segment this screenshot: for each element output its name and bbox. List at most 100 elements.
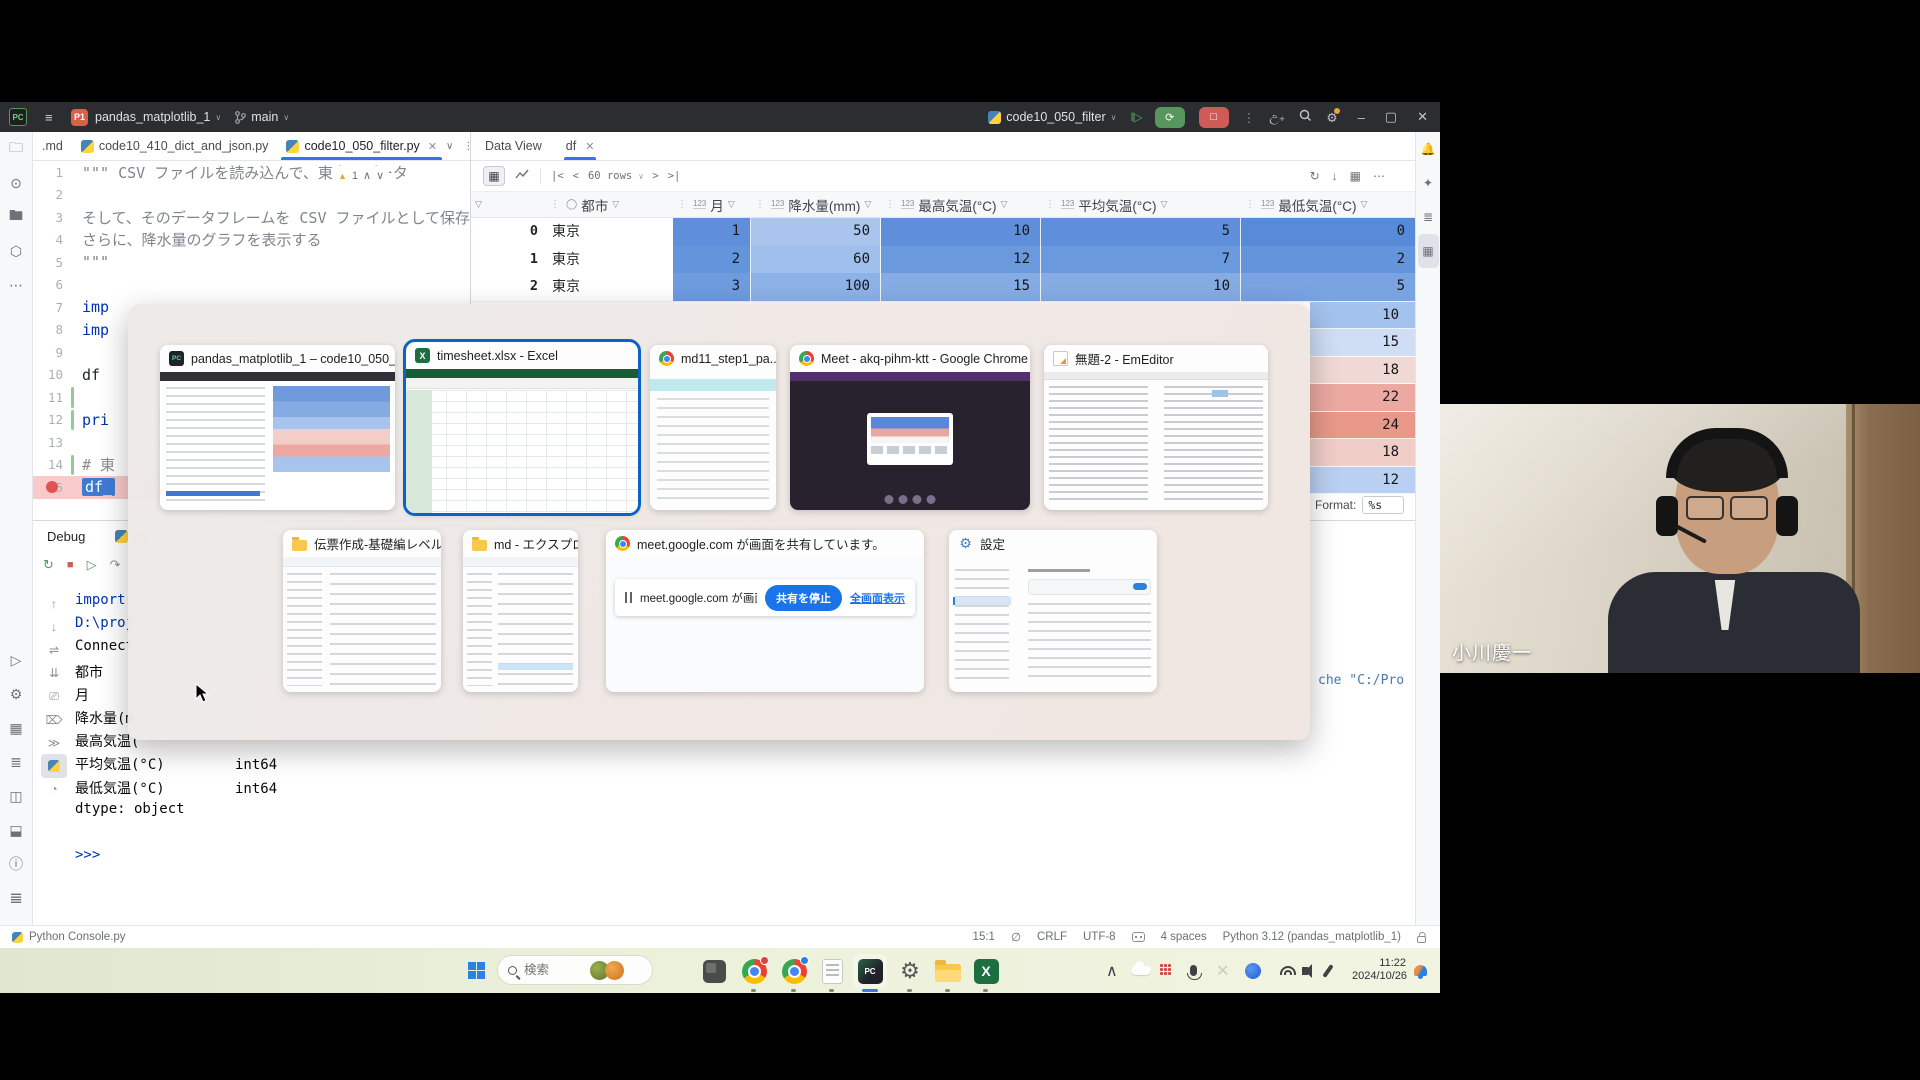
- switcher-card-explorer-denpyo[interactable]: 伝票作成-基礎編レベル -...: [283, 530, 441, 692]
- pen-input-icon[interactable]: [1326, 948, 1330, 993]
- resume-debug-icon[interactable]: ‖▷: [1131, 110, 1141, 124]
- column-header-city[interactable]: ⋮◯ 都市 ▽: [546, 192, 673, 217]
- python-interpreter[interactable]: Python 3.12 (pandas_matplotlib_1): [1223, 931, 1401, 943]
- taskbar-pycharm-icon[interactable]: PC: [853, 954, 887, 988]
- table-cell[interactable]: 12: [881, 246, 1041, 275]
- table-cell[interactable]: 10: [881, 218, 1041, 247]
- main-menu-icon[interactable]: ≡: [45, 110, 61, 125]
- table-row[interactable]: 2東京310015105: [471, 273, 1415, 301]
- table-cell[interactable]: 18: [1310, 357, 1415, 385]
- editor-line[interactable]: 6: [33, 274, 470, 297]
- speaker-icon[interactable]: [1302, 948, 1312, 993]
- table-cell[interactable]: 1: [673, 218, 751, 247]
- taskbar-chrome-2-icon[interactable]: [777, 954, 811, 988]
- editor-line[interactable]: 4さらに、降水量のグラフを表示する: [33, 229, 470, 252]
- close-tab-icon[interactable]: ✕: [428, 140, 437, 153]
- column-header-precipitation[interactable]: ⋮123 降水量(mm) ▽: [751, 192, 881, 217]
- scroll-up-icon[interactable]: ↑: [41, 592, 67, 615]
- column-header-min-temp[interactable]: ⋮123 最低気温(°C) ▽: [1241, 192, 1416, 217]
- chevron-down-icon[interactable]: ∨: [446, 141, 453, 152]
- table-cell[interactable]: 5: [1041, 218, 1241, 247]
- tab-md[interactable]: .md: [33, 132, 72, 160]
- project-selector[interactable]: pandas_matplotlib_1 ∨: [95, 110, 221, 124]
- scroll-to-end-icon[interactable]: ⇊: [41, 662, 67, 685]
- rerun-icon[interactable]: ↻: [43, 557, 54, 573]
- caret-position[interactable]: 15:1: [973, 931, 995, 943]
- more-options-icon[interactable]: ⋮: [1243, 110, 1256, 125]
- project-files-icon[interactable]: 🗀: [9, 132, 23, 166]
- column-header-month[interactable]: ⋮123 月 ▽: [673, 192, 751, 217]
- table-cell[interactable]: 0: [1241, 218, 1416, 247]
- execute-icon[interactable]: ≫: [41, 731, 67, 754]
- table-cell[interactable]: 50: [751, 218, 881, 247]
- inspection-widget[interactable]: ▲ 1 ∧ ∨: [333, 166, 389, 185]
- prev-page-icon[interactable]: <: [573, 170, 579, 182]
- stop-icon[interactable]: ■: [67, 559, 74, 571]
- tab-data-view[interactable]: Data View: [485, 132, 542, 160]
- structure-icon[interactable]: ⬡: [10, 234, 22, 268]
- clock[interactable]: 11:22 2024/10/26: [1352, 948, 1406, 993]
- more-tools-icon[interactable]: ⋯: [9, 268, 23, 302]
- notification-bell-icon[interactable]: [1414, 948, 1427, 993]
- microphone-icon[interactable]: [1190, 948, 1197, 993]
- switcher-card-pycharm[interactable]: PC pandas_matplotlib_1 – code10_050_...: [160, 345, 395, 510]
- editor-line[interactable]: 2: [33, 184, 470, 207]
- view-options-icon[interactable]: ▦: [1350, 169, 1361, 183]
- wifi-icon[interactable]: [1280, 948, 1296, 993]
- switcher-card-meet[interactable]: Meet - akq-pihm-ktt - Google Chrome: [790, 345, 1030, 510]
- taskbar-widgets-icon[interactable]: [697, 954, 731, 988]
- switcher-card-explorer-md[interactable]: md - エクスプロー-...: [463, 530, 578, 692]
- terminal-icon[interactable]: ⬓: [9, 813, 22, 847]
- expand-icon[interactable]: ⋯: [1373, 169, 1385, 183]
- notifications-bell-icon[interactable]: 🔔: [1421, 132, 1436, 166]
- run-config-selector[interactable]: code10_050_filter ∨: [988, 110, 1116, 124]
- step-over-icon[interactable]: ↷: [110, 557, 121, 573]
- python-packages-icon[interactable]: ≣: [10, 745, 22, 779]
- table-cell[interactable]: 2: [1241, 246, 1416, 275]
- editor-line[interactable]: 3そして、そのデータフレームを CSV ファイルとして保存す: [33, 206, 470, 229]
- tray-app-icon[interactable]: [1245, 948, 1261, 993]
- table-row[interactable]: 0東京1501050: [471, 218, 1415, 246]
- tray-grid-icon[interactable]: [1160, 948, 1173, 993]
- column-header-avg-temp[interactable]: ⋮123 平均気温(°C) ▽: [1041, 192, 1241, 217]
- first-page-icon[interactable]: |<: [551, 170, 564, 182]
- table-cell[interactable]: 7: [1041, 246, 1241, 275]
- branch-selector[interactable]: main ∨: [235, 110, 289, 124]
- highlighting-level-icon[interactable]: ∅: [1011, 930, 1021, 944]
- history-icon[interactable]: ◔: [41, 778, 67, 801]
- table-cell[interactable]: 100: [751, 273, 881, 302]
- prev-warning-icon[interactable]: ∧: [363, 169, 371, 182]
- indent-setting[interactable]: 4 spaces: [1161, 931, 1207, 943]
- print-icon[interactable]: ⎚: [41, 685, 67, 708]
- table-cell[interactable]: 2: [673, 246, 751, 275]
- chart-view-icon[interactable]: [515, 169, 530, 184]
- editor-line[interactable]: 1""" CSV ファイルを読み込んで、東京のデータ: [33, 161, 470, 184]
- resume-icon[interactable]: ▷: [87, 557, 97, 573]
- maximize-button[interactable]: ▢: [1385, 109, 1397, 125]
- breakpoint-icon[interactable]: [46, 481, 58, 493]
- table-cell[interactable]: 5: [1241, 273, 1416, 302]
- taskbar-settings-icon[interactable]: ⚙: [893, 954, 927, 988]
- table-cell[interactable]: 10: [1310, 302, 1415, 330]
- table-cell[interactable]: 10: [1041, 273, 1241, 302]
- tab-filter-py[interactable]: code10_050_filter.py ✕: [277, 132, 446, 160]
- editor-line[interactable]: 5""": [33, 251, 470, 274]
- taskbar-notepad-icon[interactable]: [815, 954, 849, 988]
- debug-icon[interactable]: ⚙: [10, 677, 23, 711]
- format-input[interactable]: %s: [1362, 496, 1404, 514]
- search-everywhere-icon[interactable]: [1299, 109, 1312, 125]
- table-cell[interactable]: 3: [673, 273, 751, 302]
- onedrive-cloud-icon[interactable]: [1131, 948, 1151, 993]
- table-cell[interactable]: 60: [751, 246, 881, 275]
- status-file-name[interactable]: Python Console.py: [29, 931, 126, 943]
- settings-gear-icon[interactable]: ⚙: [1326, 110, 1337, 125]
- next-page-icon[interactable]: >: [652, 170, 658, 182]
- minimize-button[interactable]: –: [1358, 110, 1365, 125]
- python-console-settings-icon[interactable]: [41, 754, 67, 777]
- last-page-icon[interactable]: >|: [668, 170, 681, 182]
- table-row[interactable]: 1東京2601272: [471, 246, 1415, 274]
- refresh-icon[interactable]: ↻: [1310, 169, 1320, 183]
- taskbar-excel-icon[interactable]: X: [969, 954, 1003, 988]
- taskbar-explorer-icon[interactable]: [931, 954, 965, 988]
- next-warning-icon[interactable]: ∨: [376, 169, 384, 182]
